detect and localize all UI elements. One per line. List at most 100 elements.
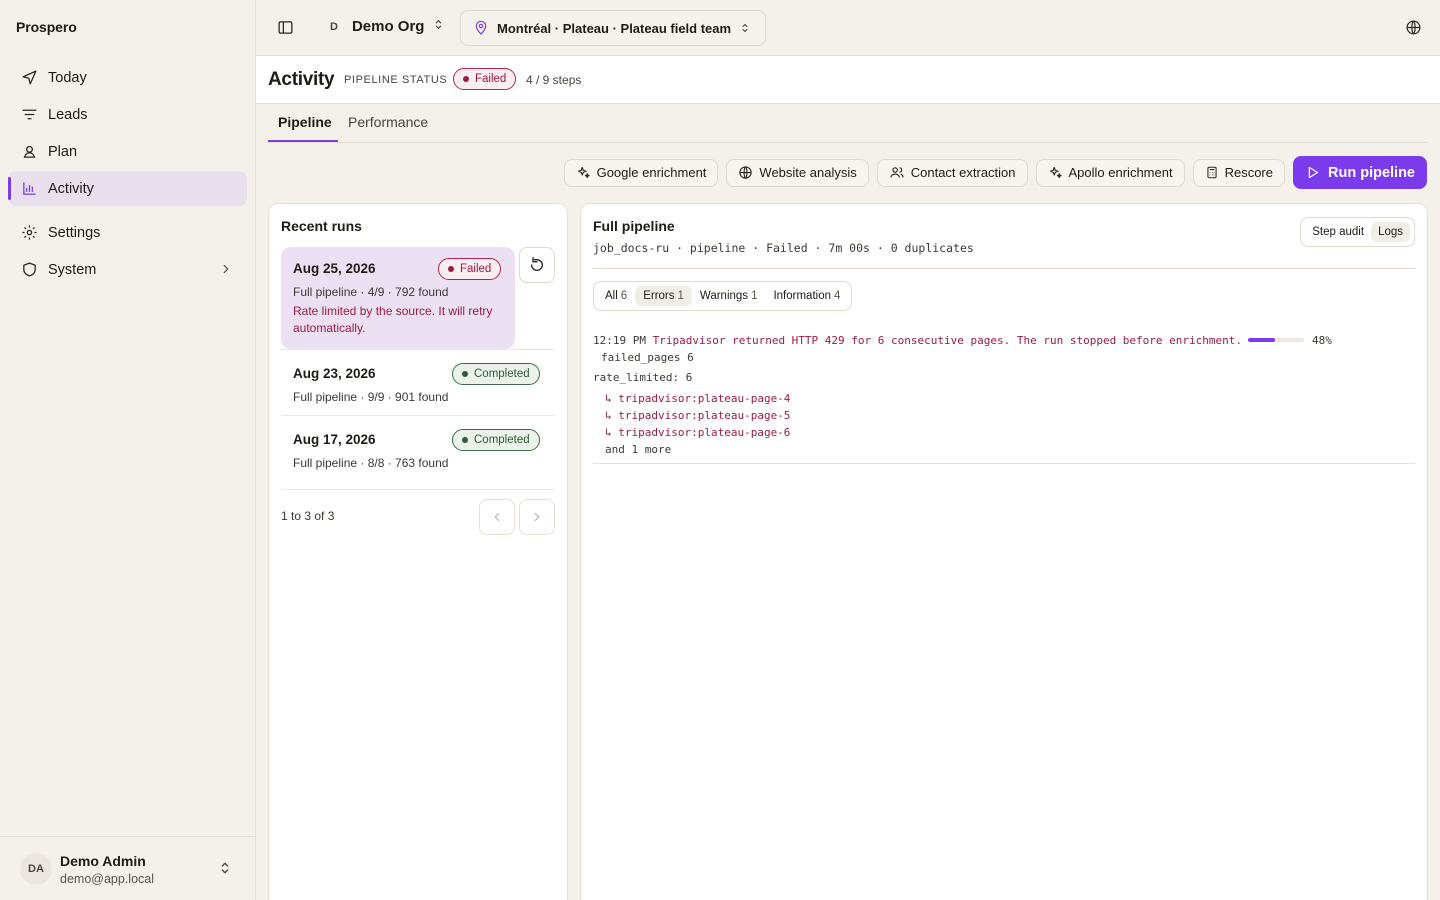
sidebar-nav: Today Leads Plan Activity Settings Syste… bbox=[8, 60, 247, 289]
filter-count: 6 bbox=[620, 290, 628, 302]
log-page-item: ↳ tripadvisor:plateau-page-5 bbox=[605, 409, 791, 422]
status-text: Completed bbox=[474, 434, 530, 446]
next-page-button[interactable] bbox=[519, 499, 555, 535]
log-detail: rate_limited: 6 bbox=[593, 371, 693, 384]
run-meta: Full pipeline · 9/9 · 901 found bbox=[293, 390, 449, 404]
user-pin-icon bbox=[20, 143, 38, 161]
sidebar-item-activity[interactable]: Activity bbox=[8, 171, 247, 206]
google-enrichment-button[interactable]: Google enrichment bbox=[563, 158, 719, 187]
button-label: Website analysis bbox=[759, 165, 857, 180]
run-summary: job_docs-ru · pipeline · Failed · 7m 00s… bbox=[593, 241, 974, 255]
previous-page-button[interactable] bbox=[479, 499, 515, 535]
chevron-up-down-icon bbox=[432, 18, 445, 35]
filter-information[interactable]: Information 4 bbox=[765, 286, 848, 306]
tab-underline bbox=[268, 140, 338, 142]
log-more[interactable]: and 1 more bbox=[593, 441, 1332, 458]
status-text: Failed bbox=[460, 263, 492, 275]
button-label: Contact extraction bbox=[910, 165, 1016, 180]
location-label: Montréal · Plateau · Plateau field team bbox=[497, 20, 732, 36]
contact-extraction-button[interactable]: Contact extraction bbox=[876, 158, 1028, 187]
globe-icon bbox=[738, 165, 753, 180]
run-meta: Full pipeline · 4/9 · 792 found bbox=[293, 285, 449, 299]
shield-icon bbox=[20, 261, 38, 279]
users-icon bbox=[889, 165, 905, 180]
chevron-right-icon bbox=[534, 512, 540, 522]
button-label: Apollo enrichment bbox=[1068, 165, 1173, 180]
play-icon bbox=[1305, 165, 1320, 180]
run-pipeline-button[interactable]: Run pipeline bbox=[1293, 156, 1427, 189]
nav-gap bbox=[8, 208, 247, 215]
sparkles-icon bbox=[1048, 165, 1063, 180]
org-initial: D bbox=[330, 20, 338, 33]
filter-warnings[interactable]: Warnings 1 bbox=[692, 286, 766, 306]
user-menu[interactable]: DA Demo Admin demo@app.local bbox=[0, 836, 255, 900]
sidebar-item-label: Plan bbox=[48, 143, 78, 160]
status-dot bbox=[462, 371, 468, 377]
tab-pipeline[interactable]: Pipeline bbox=[278, 114, 332, 130]
pipeline-toolbar: Google enrichment Website analysis Conta… bbox=[563, 156, 1427, 189]
main-content: Activity PIPELINE STATUS Failed 4 / 9 st… bbox=[256, 56, 1440, 900]
tab-performance[interactable]: Performance bbox=[348, 114, 428, 130]
progress-label: 48% bbox=[1312, 334, 1332, 347]
log-page-item: ↳ tripadvisor:plateau-page-6 bbox=[605, 426, 791, 439]
logs-toggle[interactable]: Logs bbox=[1371, 222, 1410, 242]
org-name: Demo Org bbox=[351, 18, 425, 35]
button-label: Rescore bbox=[1224, 165, 1273, 180]
log-time: 12:19 PM bbox=[593, 334, 646, 347]
run-item[interactable]: Aug 17, 2026 Completed Full pipeline · 8… bbox=[281, 416, 555, 482]
rescore-button[interactable]: Rescore bbox=[1192, 158, 1285, 187]
run-date: Aug 23, 2026 bbox=[293, 366, 376, 381]
chevron-up-down-icon bbox=[739, 22, 751, 34]
sidebar-item-system[interactable]: System bbox=[8, 252, 247, 287]
filter-label: Warnings bbox=[699, 290, 749, 302]
refresh-icon bbox=[531, 257, 543, 271]
divider bbox=[281, 489, 555, 490]
apollo-enrichment-button[interactable]: Apollo enrichment bbox=[1035, 158, 1185, 187]
run-item[interactable]: Aug 23, 2026 Completed Full pipeline · 9… bbox=[281, 350, 555, 415]
run-error: Rate limited by the source. It will retr… bbox=[293, 304, 493, 335]
filter-lines-icon bbox=[20, 106, 38, 124]
sidebar-item-label: Leads bbox=[48, 106, 88, 123]
filter-all[interactable]: All 6 bbox=[597, 286, 635, 306]
log-detail: failed_pages 6 bbox=[601, 351, 694, 364]
log-entry: 12:19 PM Tripadvisor returned HTTP 429 f… bbox=[593, 332, 1332, 458]
brand-logo[interactable]: Prospero bbox=[16, 19, 77, 35]
button-label: Run pipeline bbox=[1328, 164, 1415, 181]
calculator-icon bbox=[1205, 165, 1219, 180]
sidebar-toggle-icon[interactable] bbox=[277, 19, 294, 41]
gear-icon bbox=[20, 224, 38, 242]
sidebar-item-settings[interactable]: Settings bbox=[8, 215, 247, 250]
status-badge: Completed bbox=[452, 429, 540, 451]
view-toggle: Step audit Logs bbox=[1300, 217, 1415, 247]
filter-label: Information bbox=[773, 290, 831, 302]
button-label: Google enrichment bbox=[596, 165, 707, 180]
sidebar-item-label: Settings bbox=[48, 224, 101, 241]
log-filters: All 6 Errors 1 Warnings 1 Information 4 bbox=[593, 281, 853, 311]
user-email: demo@app.local bbox=[60, 872, 154, 886]
org-switcher[interactable]: D Demo Org bbox=[330, 18, 445, 35]
filter-errors[interactable]: Errors 1 bbox=[635, 286, 692, 306]
sparkles-icon bbox=[576, 165, 591, 180]
status-dot bbox=[463, 76, 469, 82]
status-dot bbox=[448, 266, 454, 272]
sidebar-item-leads[interactable]: Leads bbox=[8, 97, 247, 132]
website-analysis-button[interactable]: Website analysis bbox=[726, 158, 869, 187]
run-date: Aug 17, 2026 bbox=[293, 432, 376, 447]
page-title: Activity bbox=[268, 69, 335, 90]
globe-icon[interactable] bbox=[1405, 19, 1422, 41]
retry-button[interactable] bbox=[519, 247, 555, 283]
topbar: D Demo Org Montréal · Plateau · Plateau … bbox=[256, 0, 1440, 56]
sidebar-item-today[interactable]: Today bbox=[8, 60, 247, 95]
step-audit-toggle[interactable]: Step audit bbox=[1305, 222, 1371, 242]
panel-title: Recent runs bbox=[281, 218, 362, 234]
sidebar-item-plan[interactable]: Plan bbox=[8, 134, 247, 169]
location-switcher[interactable]: Montréal · Plateau · Plateau field team bbox=[460, 10, 767, 46]
steps-count: 4 / 9 steps bbox=[526, 73, 582, 87]
run-item-selected[interactable]: Aug 25, 2026 Failed Full pipeline · 4/9 … bbox=[281, 247, 515, 349]
sidebar: Prospero Today Leads Plan Activity Setti… bbox=[0, 0, 256, 900]
page-header: Activity PIPELINE STATUS Failed 4 / 9 st… bbox=[256, 56, 1440, 104]
status-text: Failed bbox=[475, 73, 507, 85]
pagination-summary: 1 to 3 of 3 bbox=[281, 509, 335, 523]
log-line: 12:19 PM Tripadvisor returned HTTP 429 f… bbox=[593, 332, 1332, 349]
panel-title: Full pipeline bbox=[593, 218, 675, 234]
